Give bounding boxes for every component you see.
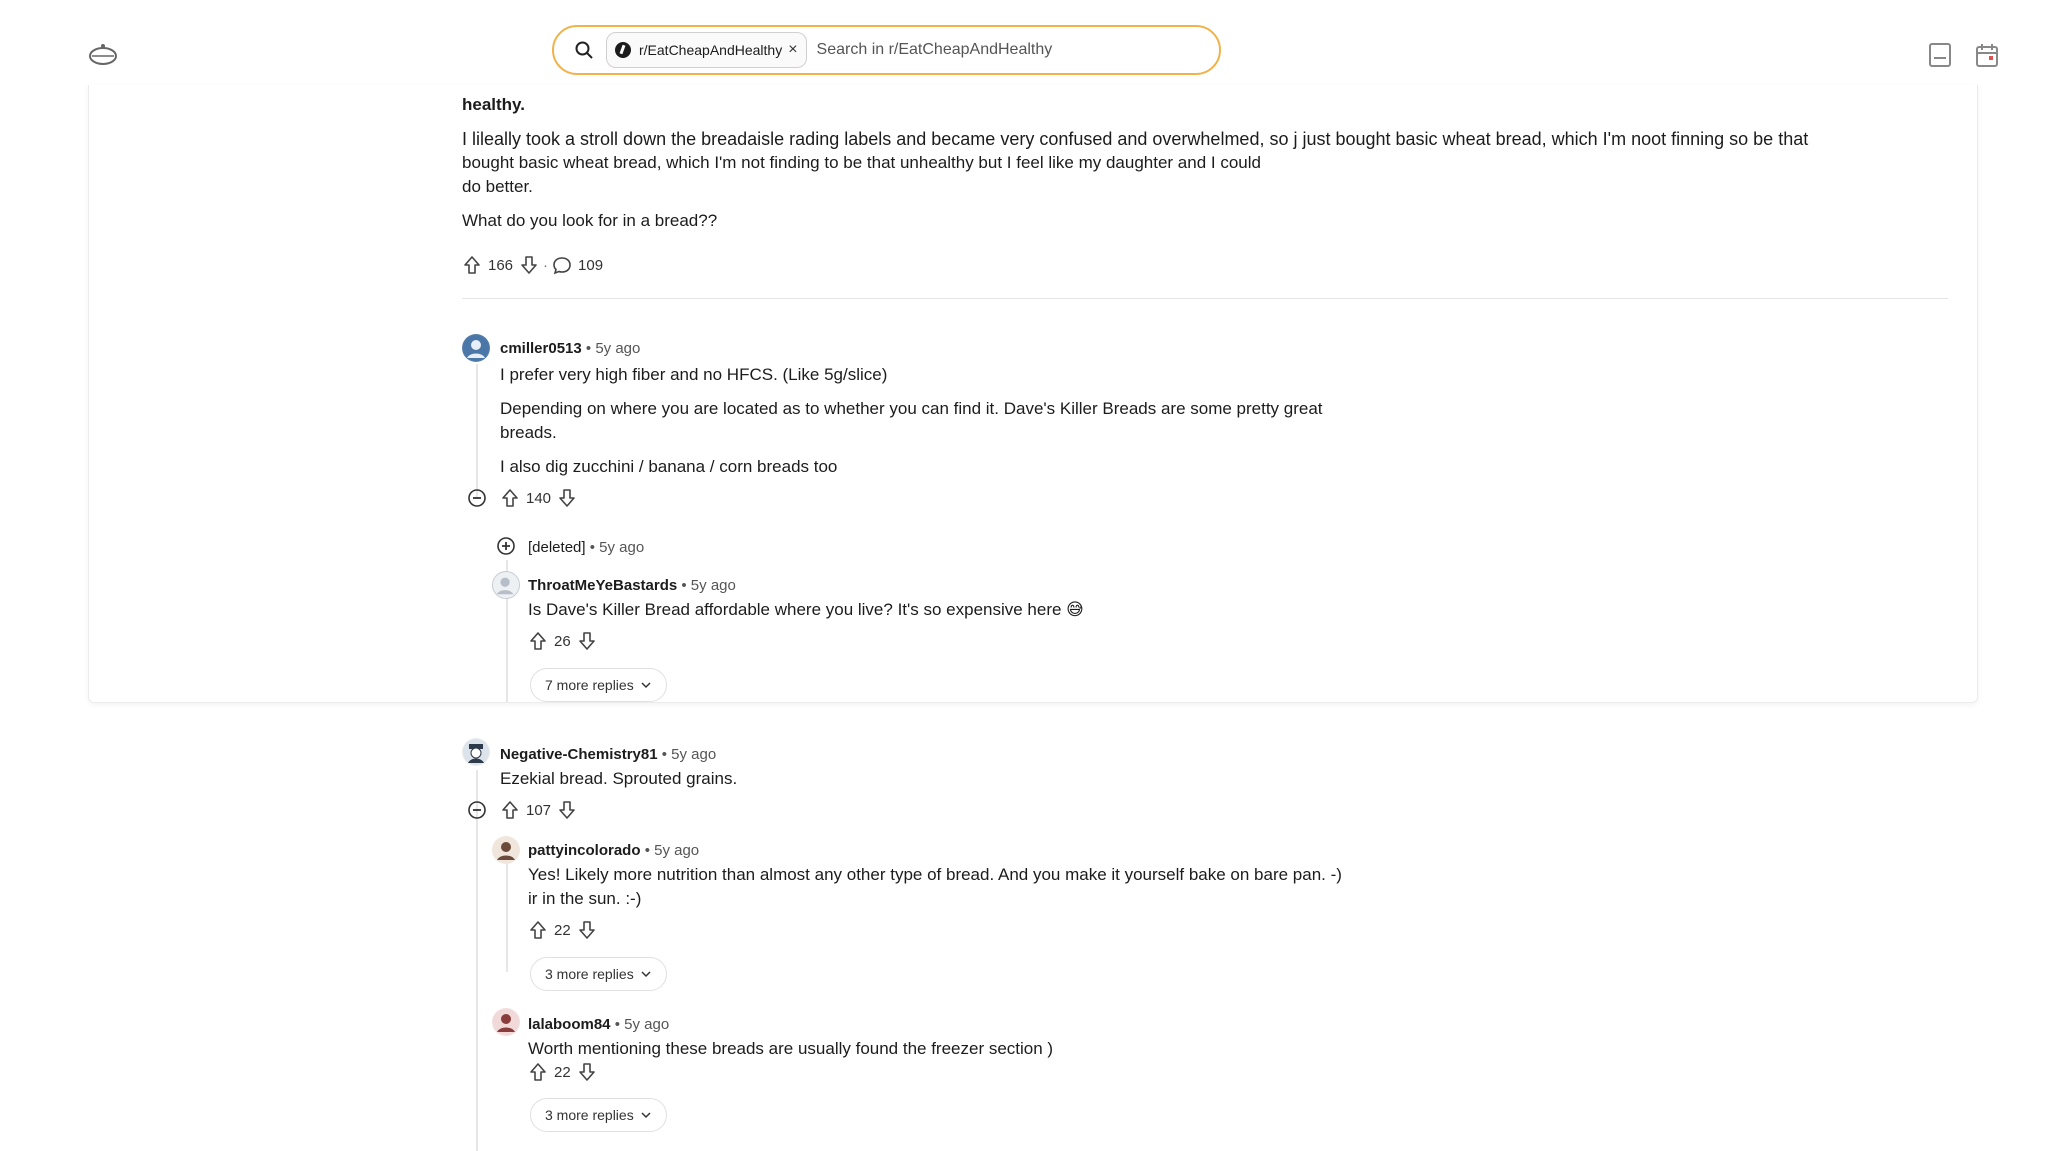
comment-score: 140 <box>526 489 552 507</box>
post-upvote-count: 166 <box>488 256 514 274</box>
comment-text: Worth mentioning these breads are usuall… <box>528 1039 1054 1058</box>
comment-username[interactable]: Negative-Chemistry81 <box>500 746 658 763</box>
subreddit-filter-chip[interactable]: r/EatCheapAndHealthy × <box>606 32 807 68</box>
downvote-icon[interactable] <box>577 1062 597 1082</box>
comment-meta: Negative-Chemistry81 • 5y ago <box>500 743 716 767</box>
subreddit-icon <box>615 42 631 58</box>
upvote-icon[interactable] <box>500 488 520 508</box>
upvote-icon[interactable] <box>500 800 520 820</box>
downvote-icon[interactable] <box>577 920 597 940</box>
comment-text: ir in the sun. :-) <box>528 889 642 908</box>
search-icon <box>574 40 594 60</box>
comment-time: • 5y ago <box>589 539 645 556</box>
comment-text: Depending on where you are located as to… <box>500 399 1323 418</box>
more-replies-button[interactable]: 3 more replies <box>530 957 667 991</box>
chevron-down-icon <box>641 682 651 689</box>
comment-score: 107 <box>526 801 552 819</box>
downvote-icon[interactable] <box>577 631 597 651</box>
comment-actions: 26 <box>528 631 597 651</box>
upvote-icon[interactable] <box>528 920 548 940</box>
search-bar[interactable]: r/EatCheapAndHealthy × <box>552 25 1221 75</box>
bookmark-icon[interactable] <box>1928 42 1952 68</box>
downvote-icon[interactable] <box>519 255 539 275</box>
expand-thread-icon[interactable] <box>496 536 516 556</box>
comment-icon[interactable] <box>552 255 572 275</box>
search-input[interactable] <box>816 41 1177 59</box>
comment-text: Yes! Likely more nutrition than almost a… <box>528 865 1342 884</box>
post-body-top-line: healthy. <box>462 95 525 114</box>
post-comment-count: 109 <box>578 256 604 274</box>
post-body-line-3: do better. <box>462 177 533 196</box>
comment-meta: [deleted] • 5y ago <box>528 536 644 560</box>
comment-meta: ThroatMeYeBastards • 5y ago <box>528 574 736 598</box>
comment-username[interactable]: cmiller0513 <box>500 340 582 357</box>
thread-line <box>506 864 508 972</box>
more-replies-label: 3 more replies <box>545 966 634 982</box>
collapse-thread-icon[interactable] <box>467 488 487 508</box>
comment-text: breads. <box>500 423 557 442</box>
comment-time: • 5y ago <box>614 1016 670 1033</box>
comment-actions: 22 <box>528 1062 597 1082</box>
comment-text: Ezekial bread. Sprouted grains. <box>500 769 738 788</box>
comment-time: • 5y ago <box>585 340 641 357</box>
comment-score: 22 <box>554 1063 571 1081</box>
comment-actions: 107 <box>500 800 577 820</box>
more-replies-label: 3 more replies <box>545 1107 634 1123</box>
post-question: What do you look for in a bread?? <box>462 211 718 230</box>
more-replies-button[interactable]: 7 more replies <box>530 668 667 702</box>
avatar[interactable] <box>492 836 520 864</box>
comment-score: 22 <box>554 921 571 939</box>
comment-username[interactable]: lalaboom84 <box>528 1016 611 1033</box>
comment-time: • 5y ago <box>681 577 736 594</box>
comment-text: I also dig zucchini / banana / corn brea… <box>500 457 838 476</box>
comment-score: 26 <box>554 632 571 650</box>
comment-text: I prefer very high fiber and no HFCS. (L… <box>500 365 888 384</box>
subreddit-chip-label: r/EatCheapAndHealthy <box>639 42 783 58</box>
comment-meta: cmiller0513 • 5y ago <box>500 337 640 361</box>
comment-actions: 140 <box>500 488 577 508</box>
avatar[interactable] <box>462 738 490 766</box>
comment-time: • 5y ago <box>644 842 700 859</box>
more-replies-button[interactable]: 3 more replies <box>530 1098 667 1132</box>
comment-username[interactable]: ThroatMeYeBastards <box>528 577 677 594</box>
reddit-logo-icon[interactable] <box>88 42 118 66</box>
comment-text: Is Dave's Killer Bread affordable where … <box>528 600 1084 619</box>
comment-meta: pattyincolorado • 5y ago <box>528 839 699 863</box>
comment-actions: 22 <box>528 920 597 940</box>
post-divider <box>462 298 1948 299</box>
chevron-down-icon <box>641 971 651 978</box>
comment-username: [deleted] <box>528 539 586 556</box>
comment-meta: lalaboom84 • 5y ago <box>528 1013 669 1037</box>
avatar[interactable] <box>492 1008 520 1036</box>
more-replies-label: 7 more replies <box>545 677 634 693</box>
chip-close-icon[interactable]: × <box>788 41 797 59</box>
collapse-thread-icon[interactable] <box>467 800 487 820</box>
comment-username[interactable]: pattyincolorado <box>528 842 641 859</box>
upvote-icon[interactable] <box>528 631 548 651</box>
avatar[interactable] <box>462 334 490 362</box>
post-body-line-1: I lileally took a stroll down the breada… <box>462 129 1809 149</box>
comment-time: • 5y ago <box>661 746 717 763</box>
upvote-icon[interactable] <box>462 255 482 275</box>
post-actions: 166 · 109 <box>462 255 609 275</box>
avatar[interactable] <box>492 571 520 599</box>
upvote-icon[interactable] <box>528 1062 548 1082</box>
downvote-icon[interactable] <box>557 800 577 820</box>
thread-line <box>476 770 478 1151</box>
post-body-line-2: bought basic wheat bread, which I'm not … <box>462 153 1261 172</box>
thread-line <box>476 364 478 498</box>
downvote-icon[interactable] <box>557 488 577 508</box>
calendar-icon[interactable] <box>1975 42 1999 68</box>
chevron-down-icon <box>641 1112 651 1119</box>
